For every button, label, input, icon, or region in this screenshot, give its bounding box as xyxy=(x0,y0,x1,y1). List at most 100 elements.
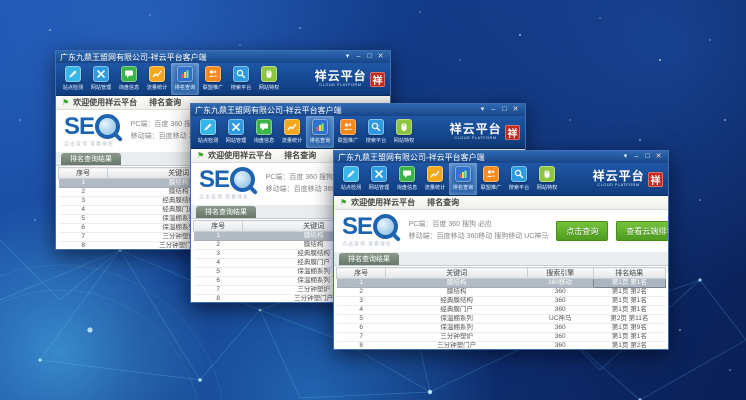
tab-rank-results[interactable]: 排名查询结果 xyxy=(196,206,256,218)
row-no[interactable]: 3 xyxy=(194,250,243,259)
table-row[interactable]: 2膜结构360第1页 第2名 xyxy=(337,288,666,297)
toolbar-item-union-promo[interactable]: 联盟推广 xyxy=(477,163,505,195)
row-no[interactable]: 2 xyxy=(59,188,108,197)
row-keyword[interactable]: 三分钟塑门户 xyxy=(386,342,527,350)
row-no[interactable]: 4 xyxy=(337,306,386,315)
row-no[interactable]: 1 xyxy=(337,279,386,288)
toolbar-item-traffic-stats[interactable]: 流量统计 xyxy=(421,163,449,195)
row-no[interactable]: 8 xyxy=(59,242,108,250)
row-keyword[interactable]: 膜结构 xyxy=(386,288,527,297)
row-engine[interactable]: 360 xyxy=(527,333,593,342)
table-row[interactable]: 5保温棚系列UC神马第2页 第11名 xyxy=(337,315,666,324)
toolbar-item-site-check[interactable]: 站点检测 xyxy=(59,63,87,95)
row-no[interactable]: 6 xyxy=(337,324,386,333)
col-index[interactable]: 序号 xyxy=(194,221,243,232)
query-button[interactable]: 点击查询 xyxy=(556,221,608,241)
toolbar-item-site-manage[interactable]: 网站管理 xyxy=(87,63,115,95)
table-row[interactable]: 4经典膜门户360第1页 第1名 xyxy=(337,306,666,315)
col-rank[interactable]: 排名结果 xyxy=(593,268,665,279)
toolbar-item-search-platform[interactable]: 搜索平台 xyxy=(505,163,533,195)
skin-button[interactable]: ▾ xyxy=(477,104,488,116)
table-row[interactable]: 8三分钟塑门户360第1页 第2名 xyxy=(337,342,666,350)
row-no[interactable]: 8 xyxy=(194,295,243,303)
maximize-button[interactable]: □ xyxy=(499,104,510,116)
table-row[interactable]: 3经典膜结构360第1页 第1名 xyxy=(337,297,666,306)
minimize-button[interactable]: – xyxy=(353,51,364,63)
toolbar-item-union-promo[interactable]: 联盟推广 xyxy=(334,116,362,148)
row-rank[interactable]: 第1页 第1名 xyxy=(593,279,665,288)
toolbar-item-traffic-stats[interactable]: 流量统计 xyxy=(143,63,171,95)
row-no[interactable]: 2 xyxy=(337,288,386,297)
row-keyword[interactable]: 保温棚系列 xyxy=(386,315,527,324)
row-rank[interactable]: 第2页 第11名 xyxy=(593,315,665,324)
close-button[interactable]: ✕ xyxy=(510,104,521,116)
app-window-front[interactable]: 广东九鼎王盟网有限公司-祥云平台客户端 ▾ – □ ✕ 站点检测网站管理询盘信息… xyxy=(333,150,669,350)
col-index[interactable]: 序号 xyxy=(337,268,386,279)
row-no[interactable]: 1 xyxy=(194,232,243,241)
toolbar-item-rank-query[interactable]: 排名查询 xyxy=(449,163,477,195)
row-keyword[interactable]: 膜结构 xyxy=(386,279,527,288)
row-no[interactable]: 7 xyxy=(337,333,386,342)
row-no[interactable]: 7 xyxy=(59,233,108,242)
row-keyword[interactable]: 三分钟塑炉 xyxy=(386,333,527,342)
toolbar-item-site-check[interactable]: 站点检测 xyxy=(194,116,222,148)
row-rank[interactable]: 第1页 第9名 xyxy=(593,324,665,333)
col-keyword[interactable]: 关键词 xyxy=(386,268,527,279)
row-engine[interactable]: 360 xyxy=(527,306,593,315)
toolbar-item-inquiry-info[interactable]: 询盘信息 xyxy=(115,63,143,95)
toolbar-item-rank-query[interactable]: 排名查询 xyxy=(171,63,199,95)
minimize-button[interactable]: – xyxy=(488,104,499,116)
maximize-button[interactable]: □ xyxy=(642,151,653,163)
minimize-button[interactable]: – xyxy=(631,151,642,163)
row-engine[interactable]: 360 xyxy=(527,297,593,306)
maximize-button[interactable]: □ xyxy=(364,51,375,63)
row-rank[interactable]: 第1页 第1名 xyxy=(593,306,665,315)
row-engine[interactable]: 360 xyxy=(527,288,593,297)
col-index[interactable]: 序号 xyxy=(59,168,108,179)
col-engine[interactable]: 搜索引擎 xyxy=(527,268,593,279)
row-keyword[interactable]: 经典膜门户 xyxy=(386,306,527,315)
row-no[interactable]: 6 xyxy=(194,277,243,286)
row-no[interactable]: 5 xyxy=(59,215,108,224)
toolbar-item-inquiry-info[interactable]: 询盘信息 xyxy=(393,163,421,195)
row-no[interactable]: 3 xyxy=(337,297,386,306)
row-no[interactable]: 6 xyxy=(59,224,108,233)
skin-button[interactable]: ▾ xyxy=(620,151,631,163)
toolbar-item-site-privilege[interactable]: 网站特权 xyxy=(533,163,561,195)
toolbar-item-site-manage[interactable]: 网站管理 xyxy=(222,116,250,148)
skin-button[interactable]: ▾ xyxy=(342,51,353,63)
row-engine[interactable]: 360 xyxy=(527,342,593,350)
row-no[interactable]: 3 xyxy=(59,197,108,206)
row-engine[interactable]: UC神马 xyxy=(527,315,593,324)
cloud-rank-button[interactable]: 查看云端排名 xyxy=(616,221,668,241)
toolbar-item-search-platform[interactable]: 搜索平台 xyxy=(227,63,255,95)
row-no[interactable]: 4 xyxy=(194,259,243,268)
toolbar-item-union-promo[interactable]: 联盟推广 xyxy=(199,63,227,95)
row-engine[interactable]: 360移动 xyxy=(527,279,593,288)
row-rank[interactable]: 第1页 第2名 xyxy=(593,342,665,350)
toolbar-item-search-platform[interactable]: 搜索平台 xyxy=(362,116,390,148)
toolbar-item-site-privilege[interactable]: 网站特权 xyxy=(255,63,283,95)
row-keyword[interactable]: 保温棚系列 xyxy=(386,324,527,333)
row-rank[interactable]: 第1页 第1名 xyxy=(593,333,665,342)
close-button[interactable]: ✕ xyxy=(375,51,386,63)
toolbar-item-site-check[interactable]: 站点检测 xyxy=(337,163,365,195)
toolbar-item-site-privilege[interactable]: 网站特权 xyxy=(390,116,418,148)
toolbar-item-site-manage[interactable]: 网站管理 xyxy=(365,163,393,195)
row-no[interactable]: 8 xyxy=(337,342,386,350)
row-no[interactable]: 5 xyxy=(194,268,243,277)
toolbar-item-rank-query[interactable]: 排名查询 xyxy=(306,116,334,148)
row-engine[interactable]: 360 xyxy=(527,324,593,333)
row-rank[interactable]: 第1页 第2名 xyxy=(593,288,665,297)
row-no[interactable]: 4 xyxy=(59,206,108,215)
row-rank[interactable]: 第1页 第1名 xyxy=(593,297,665,306)
row-no[interactable]: 1 xyxy=(59,179,108,188)
table-row[interactable]: 6保温棚系列360第1页 第9名 xyxy=(337,324,666,333)
row-no[interactable]: 5 xyxy=(337,315,386,324)
row-keyword[interactable]: 经典膜结构 xyxy=(386,297,527,306)
tab-rank-results[interactable]: 排名查询结果 xyxy=(61,153,121,165)
toolbar-item-traffic-stats[interactable]: 流量统计 xyxy=(278,116,306,148)
toolbar-item-inquiry-info[interactable]: 询盘信息 xyxy=(250,116,278,148)
table-row[interactable]: 1膜结构360移动第1页 第1名 xyxy=(337,279,666,288)
tab-rank-results[interactable]: 排名查询结果 xyxy=(339,253,399,265)
